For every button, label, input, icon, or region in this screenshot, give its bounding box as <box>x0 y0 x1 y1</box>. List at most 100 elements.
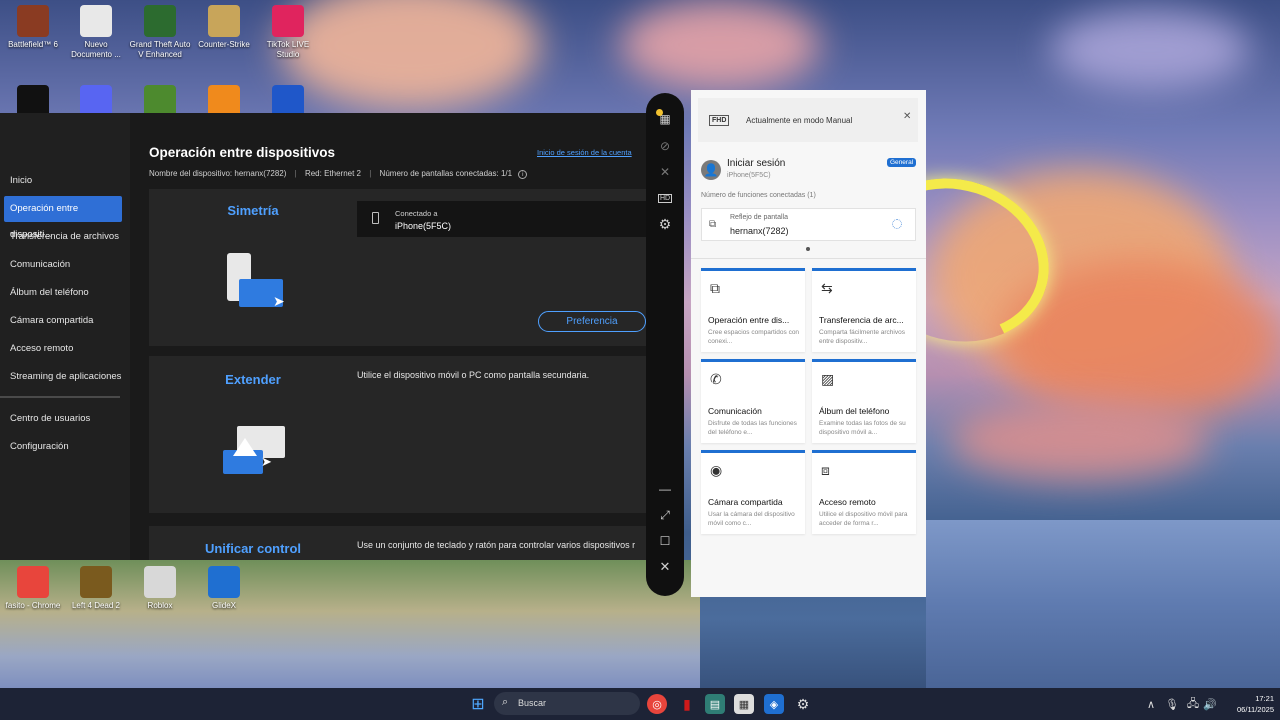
tile-description: Examine todas las fotos de su dispositiv… <box>819 420 906 436</box>
mirror-status-row[interactable]: ⧉ Reflejo de pantalla hernanx(7282) <box>701 208 916 241</box>
sidebar-item[interactable]: Configuración <box>4 434 122 460</box>
connected-device-box[interactable]: Conectado a iPhone(5F5C) <box>357 201 648 237</box>
connected-screens: Número de pantallas conectadas: 1/1 <box>379 169 513 178</box>
red-app-taskbar-icon[interactable]: ▮ <box>677 694 697 714</box>
tray-chevron-icon[interactable]: ∧ <box>1141 694 1161 714</box>
desktop-shortcut-label: Battlefield™ 6 <box>8 40 58 49</box>
mode-text: Actualmente en modo Manual <box>746 116 853 125</box>
panel-divider <box>691 258 926 259</box>
search-placeholder: Buscar <box>518 698 547 708</box>
glidex-icon <box>208 566 240 598</box>
info-icon[interactable]: i <box>518 170 528 179</box>
transfer-icon: ⇆ <box>821 280 833 296</box>
feature-tile[interactable]: ⧈ Acceso remoto Utilice el dispositivo móv… <box>812 450 916 534</box>
preference-button[interactable]: Preferencia <box>538 311 646 332</box>
sidebar-item[interactable]: Transferencia de archivos <box>4 224 122 250</box>
mode-banner: FHD Actualmente en modo Manual ✕ <box>698 98 918 142</box>
sidebar-item[interactable]: Streaming de aplicaciones <box>4 364 122 390</box>
page-title: Operación entre dispositivos <box>149 145 336 160</box>
avatar: 👤 <box>701 160 721 180</box>
sidebar-item[interactable]: Inicio <box>4 168 122 194</box>
feature-tile[interactable]: ⧉ Operación entre dis... Cree espacios com… <box>701 268 805 352</box>
expand-icon[interactable]: ⤢ <box>655 505 675 525</box>
microphone-icon[interactable]: 🎙 <box>1162 694 1182 714</box>
close-toolbar-icon[interactable]: ✕ <box>655 557 675 577</box>
signin-label: Iniciar sesión <box>727 158 786 169</box>
desktop-shortcut[interactable]: TikTok LIVE Studio <box>255 5 321 60</box>
sidebar-divider <box>0 396 120 398</box>
floating-toolbar: ▦ ⊘ ✕ HD ⚙ — ⤢ ☐ ✕ <box>646 93 684 596</box>
phone-icon <box>372 212 379 224</box>
close-banner-icon[interactable]: ✕ <box>903 111 911 122</box>
mute-icon[interactable]: ✕ <box>655 162 675 182</box>
feature-tile[interactable]: ◉ Cámara compartida Usar la cámara del dis… <box>701 450 805 534</box>
desktop-shortcut[interactable]: Nuevo Documento ... <box>63 5 129 60</box>
account-signin-link[interactable]: Inicio de sesión de la cuenta <box>537 148 632 157</box>
sidebar: Inicio Operación entre dispositi... Transf… <box>0 113 130 560</box>
general-badge: General <box>887 158 917 167</box>
desktop-shortcut[interactable]: Grand Theft Auto V Enhanced <box>127 5 193 60</box>
phone-panel: FHD Actualmente en modo Manual ✕ 👤 Inici… <box>691 90 926 597</box>
desktop-shortcut[interactable]: GlideX <box>191 566 257 611</box>
sidebar-item[interactable]: Acceso remoto <box>4 336 122 362</box>
network-name: Red: Ethernet 2 <box>304 169 361 178</box>
feature-tile[interactable]: ⇆ Transferencia de arc... Comparta fácilme… <box>812 268 916 352</box>
chrome-icon <box>17 566 49 598</box>
extend-card: Extender Utilice el dispositivo móvil o … <box>149 356 648 513</box>
taskbar-search[interactable]: ⌕ Buscar <box>494 692 640 715</box>
extend-title: Extender <box>225 372 281 387</box>
counter-strike-icon <box>208 5 240 37</box>
desktop-shortcut[interactable]: Counter-Strike <box>191 5 257 50</box>
connected-device-name: iPhone(5F5C) <box>395 221 452 231</box>
settings-gear-icon[interactable]: ⚙ <box>655 214 675 234</box>
sidebar-item[interactable]: Comunicación <box>4 252 122 278</box>
signin-row[interactable]: 👤 Iniciar sesión iPhone(5F5C) General <box>698 156 918 184</box>
desktop-shortcut[interactable]: Roblox <box>127 566 193 611</box>
desktop-shortcut-label: TikTok LIVE Studio <box>266 40 310 59</box>
desktop-shortcut[interactable]: Left 4 Dead 2 <box>63 566 129 611</box>
window-icon[interactable]: ☐ <box>655 531 675 551</box>
screen-off-icon[interactable]: ⊘ <box>655 136 675 156</box>
feature-tile[interactable]: ▨ Álbum del teléfono Examine todas las fot… <box>812 359 916 443</box>
glidex-taskbar-icon[interactable]: ◈ <box>764 694 784 714</box>
loading-spinner-icon <box>892 219 902 229</box>
phone-icon: ✆ <box>710 371 722 387</box>
tile-description: Comparta fácilmente archivos entre dispo… <box>819 329 905 345</box>
gta-icon <box>144 5 176 37</box>
minimize-icon[interactable]: — <box>655 479 675 499</box>
volume-icon[interactable]: 🔊 <box>1200 694 1220 714</box>
clock[interactable]: 17:21 06/11/2025 <box>1222 693 1274 715</box>
grid-icon[interactable]: ▦ <box>655 109 675 129</box>
sidebar-item[interactable]: Cámara compartida <box>4 308 122 334</box>
album-icon: ▨ <box>821 371 835 387</box>
page-dot-icon <box>806 247 810 251</box>
file-manager-taskbar-icon[interactable]: ▤ <box>705 694 725 714</box>
feature-tile[interactable]: ✆ Comunicación Disfrute de todas las funci… <box>701 359 805 443</box>
sidebar-item[interactable]: Operación entre dispositi... <box>4 196 122 240</box>
extend-description: Utilice el dispositivo móvil o PC como p… <box>357 370 590 380</box>
fhd-icon[interactable]: HD <box>655 188 675 208</box>
desktop-shortcut-label: Roblox <box>147 601 173 610</box>
fhd-badge: FHD <box>709 115 730 126</box>
tile-title: Acceso remoto <box>819 497 876 507</box>
search-icon: ⌕ <box>502 696 509 708</box>
chrome-taskbar-icon[interactable]: ◎ <box>647 694 667 714</box>
sidebar-item[interactable]: Centro de usuarios <box>4 406 122 432</box>
extend-illustration-icon: ➤ <box>223 426 289 478</box>
clock-time: 17:21 <box>1255 694 1274 703</box>
device-name: Nombre del dispositivo: hernanx(7282) <box>149 169 287 178</box>
start-icon[interactable]: ⊞ <box>468 694 488 714</box>
sidebar-item[interactable]: Álbum del teléfono <box>4 280 122 306</box>
tile-title: Cámara compartida <box>708 497 783 507</box>
camera-icon: ◉ <box>710 462 723 478</box>
mirror-title: Simetría <box>227 203 279 218</box>
device-label: iPhone(5F5C) <box>727 172 771 179</box>
steam-taskbar-icon[interactable]: ⚙ <box>793 694 813 714</box>
remote-icon: ⧈ <box>821 462 830 478</box>
tile-description: Usar la cámara del dispositivo móvil com… <box>708 511 795 527</box>
main-content: Operación entre dispositivos Inicio de s… <box>130 113 648 560</box>
desktop-shortcut[interactable]: fasito - Chrome <box>0 566 66 611</box>
desktop-shortcut[interactable]: Battlefield™ 6 <box>0 5 66 50</box>
calculator-taskbar-icon[interactable]: ▦ <box>734 694 754 714</box>
desktop-shortcut-label: Counter-Strike <box>198 40 250 49</box>
